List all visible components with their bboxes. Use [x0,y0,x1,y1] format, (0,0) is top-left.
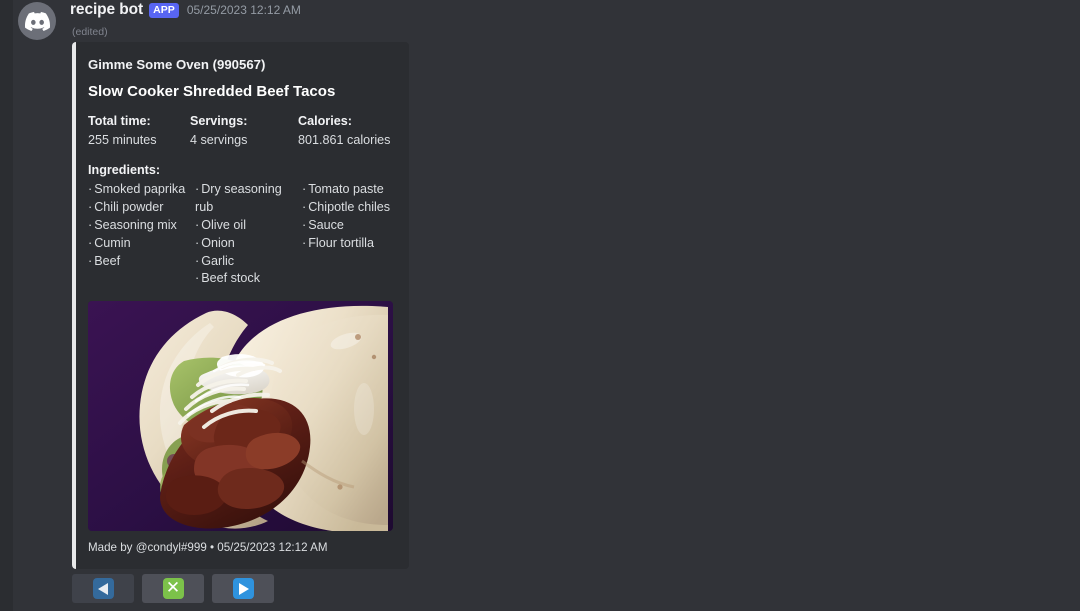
bullet-icon: · [88,199,93,214]
field-value: 255 minutes [88,132,157,147]
embed-field-servings: Servings: 4 servings [190,112,298,149]
message-timestamp: 05/25/2023 12:12 AM [186,3,301,17]
ingredient-item: · Cumin [88,235,131,250]
ingredient-item: · Onion [195,235,235,250]
ingredients-columns: · Smoked paprika · Chili powder · Seasoning m… [88,181,393,288]
ingredient-item: · Sauce [302,217,344,232]
left-triangle-icon [92,578,114,599]
avatar[interactable] [18,2,56,40]
ingredient-item: · Dry seasoning rub [195,182,282,214]
embed-footer: Made by @condyl#999 • 05/25/2023 12:12 A… [88,541,328,555]
field-name: Total time: [88,114,151,129]
author-name[interactable]: recipe bot [70,1,143,19]
field-name: Calories: [298,114,352,129]
ingredients-heading: Ingredients: [88,162,161,177]
ingredient-item: · Chili powder [88,199,164,214]
bullet-icon: · [302,235,307,250]
bullet-icon: · [88,235,93,250]
cross-mark-icon: ✕ [162,578,184,599]
previous-page-button[interactable] [72,574,134,603]
message-header: recipe bot APP 05/25/2023 12:12 AM [70,1,301,21]
ingredients-column-1: · Smoked paprika · Chili powder · Seasoning m… [88,181,195,288]
bullet-icon: · [302,199,307,214]
embed-field-total-time: Total time: 255 minutes [88,112,190,149]
bullet-icon: · [302,182,307,196]
ingredient-item: · Chipotle chiles [302,199,391,214]
embed-author: Gimme Some Oven (990567) [88,57,266,72]
ingredient-item: · Tomato paste [302,182,384,196]
ingredient-item: · Beef stock [195,271,261,286]
bullet-icon: · [195,235,200,250]
ingredient-item: · Garlic [195,253,235,268]
embed-fields: Total time: 255 minutes Servings: 4 serv… [88,112,393,149]
bullet-icon: · [302,217,307,232]
bullet-icon: · [195,253,200,268]
bullet-icon: · [88,253,93,268]
ingredients-column-3: · Tomato paste · Chipotle chiles · Sauce · Flou… [302,181,390,288]
chat-message: recipe bot APP 05/25/2023 12:12 AM (edit… [0,0,1080,611]
bullet-icon: · [195,182,200,196]
right-triangle-icon [232,578,254,599]
bullet-icon: · [88,182,93,196]
discord-logo-icon [24,9,50,34]
edited-marker: (edited) [72,26,108,38]
ingredient-item: · Flour tortilla [302,235,374,250]
field-value: 801.861 calories [298,132,391,147]
field-value: 4 servings [190,132,248,147]
next-page-button[interactable] [212,574,274,603]
bullet-icon: · [195,271,200,286]
ingredient-item: · Seasoning mix [88,217,177,232]
ingredient-item: · Beef [88,253,121,268]
ingredient-item: · Smoked paprika [88,182,186,196]
bullet-icon: · [195,217,200,232]
embed-image[interactable] [88,301,393,532]
rich-embed: Gimme Some Oven (990567) Slow Cooker Shr… [72,42,409,570]
message-components: ✕ [72,574,274,603]
embed-title[interactable]: Slow Cooker Shredded Beef Tacos [88,83,393,102]
ingredients-column-2: · Dry seasoning rub · Olive oil · Onion · Garli… [195,181,302,288]
embed-field-calories: Calories: 801.861 calories [298,112,390,149]
app-badge: APP [149,3,179,18]
ingredient-item: · Olive oil [195,217,246,232]
delete-button[interactable]: ✕ [142,574,204,603]
bullet-icon: · [88,217,93,232]
field-name: Servings: [190,114,248,129]
